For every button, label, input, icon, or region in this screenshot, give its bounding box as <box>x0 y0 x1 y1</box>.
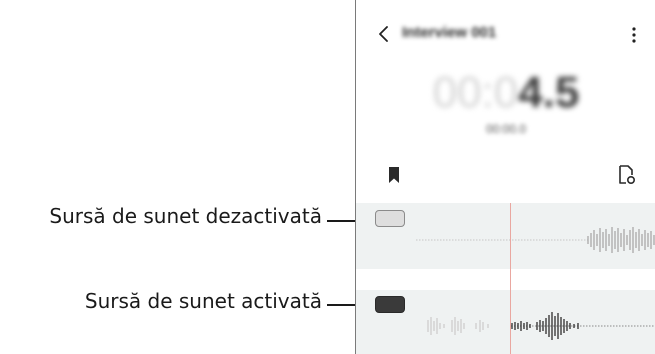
timer-strong-part: 4.5 <box>518 68 580 117</box>
audio-file-icon[interactable] <box>617 164 637 186</box>
playhead-line <box>510 203 511 354</box>
sub-timer: 00:00.0 <box>485 122 527 136</box>
voice-recorder-screen: Interview 001 00:04.5 00:00.0 <box>355 0 655 354</box>
callout-sound-source-on-label: Sursă de sunet activată <box>84 289 322 313</box>
recording-title: Interview 001 <box>402 24 497 41</box>
sound-source-toggle-on[interactable] <box>375 296 405 313</box>
more-vertical-icon[interactable] <box>624 24 644 46</box>
callout-sound-source-off-label: Sursă de sunet dezactivată <box>49 204 322 228</box>
bookmark-icon[interactable] <box>387 166 401 184</box>
top-app-bar: Interview 001 <box>356 20 655 50</box>
chevron-left-icon[interactable] <box>374 24 394 44</box>
timer-dim-part: 00:0 <box>432 68 519 117</box>
elapsed-timer: 00:04.5 <box>356 68 655 118</box>
sound-source-toggle-off[interactable] <box>375 210 405 227</box>
